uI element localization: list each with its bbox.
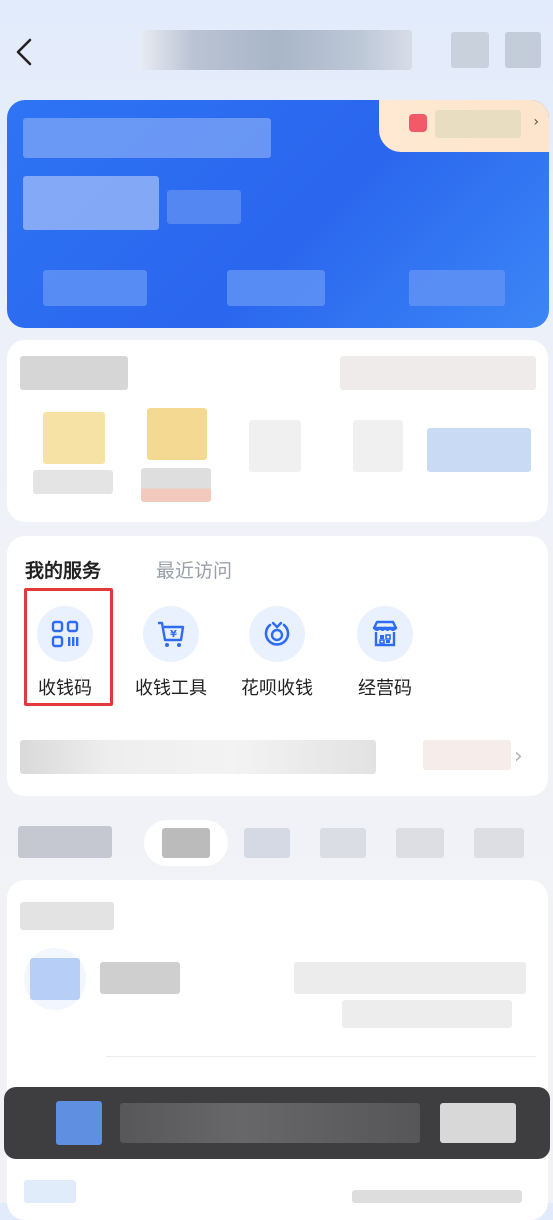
header-action-blurred[interactable] [505, 32, 541, 68]
tool-item-blurred[interactable] [249, 420, 301, 472]
cart-yen-icon: ¥ [143, 606, 199, 662]
tools-panel [7, 340, 548, 522]
promo-badge[interactable]: › [379, 100, 549, 152]
tab-my-services[interactable]: 我的服务 [25, 560, 101, 582]
list-item-detail-blurred [352, 1190, 522, 1203]
list-panel [7, 880, 548, 1220]
back-button[interactable] [10, 34, 40, 70]
tool-item-blurred[interactable] [147, 408, 207, 460]
service-label: 经营码 [358, 678, 412, 699]
tab-recent-visits[interactable]: 最近访问 [156, 556, 232, 583]
filter-tab-blurred[interactable] [396, 828, 444, 858]
card-stat-blurred[interactable] [43, 270, 147, 306]
divider [106, 1056, 536, 1057]
list-item-icon-blurred [30, 958, 80, 1000]
filter-tab-blurred[interactable] [320, 828, 366, 858]
account-card[interactable]: › [7, 100, 549, 328]
filter-tab-blurred[interactable] [474, 828, 524, 858]
card-stat-blurred[interactable] [409, 270, 505, 306]
tool-label-blurred [141, 468, 211, 502]
toast-text-blurred [120, 1103, 420, 1143]
list-item-icon-blurred [24, 1180, 76, 1203]
service-banner-blurred[interactable] [20, 740, 376, 774]
page-title-blurred [140, 30, 412, 70]
tool-item-blurred[interactable] [353, 420, 403, 472]
promo-text-blurred [435, 110, 521, 138]
storefront-qr-icon [357, 606, 413, 662]
tool-label-blurred [33, 470, 113, 494]
tool-item-blurred[interactable] [43, 412, 105, 464]
list-item-detail-blurred [294, 962, 526, 994]
gift-icon [409, 114, 427, 132]
list-header-blurred [20, 902, 114, 930]
selection-highlight [24, 588, 113, 706]
panel-link-blurred[interactable] [340, 356, 536, 390]
filter-tab-blurred[interactable] [244, 828, 290, 858]
svg-text:¥: ¥ [170, 629, 177, 640]
service-label: 花呗收钱 [241, 678, 313, 699]
chevron-right-icon: › [533, 114, 539, 130]
card-subtitle-blurred [23, 176, 159, 230]
chevron-right-icon: › [514, 744, 523, 769]
chevron-left-icon [16, 38, 32, 66]
filter-tab-blurred [162, 828, 210, 858]
service-tabs: 我的服务 最近访问 [25, 556, 232, 583]
card-stat-blurred[interactable] [227, 270, 325, 306]
service-receive-tools[interactable]: ¥ 收钱工具 [121, 606, 221, 706]
service-label: 收钱工具 [135, 678, 207, 699]
service-business-code[interactable]: 经营码 [335, 606, 435, 706]
header-action-blurred[interactable] [451, 32, 489, 68]
list-item-detail-blurred [342, 1000, 512, 1028]
service-huabei-receive[interactable]: 花呗收钱 [227, 606, 327, 706]
filter-tab-blurred[interactable] [18, 826, 112, 858]
list-item-title-blurred[interactable] [100, 962, 180, 994]
toast-icon-blurred [56, 1101, 102, 1145]
toast-action-blurred[interactable] [440, 1103, 516, 1143]
huabei-icon [249, 606, 305, 662]
toast-notification[interactable] [4, 1087, 550, 1159]
service-banner-blurred [423, 740, 511, 770]
tool-item-blurred[interactable] [427, 428, 531, 472]
card-detail-blurred [167, 190, 241, 224]
card-title-blurred [23, 118, 271, 158]
panel-title-blurred [20, 356, 128, 390]
